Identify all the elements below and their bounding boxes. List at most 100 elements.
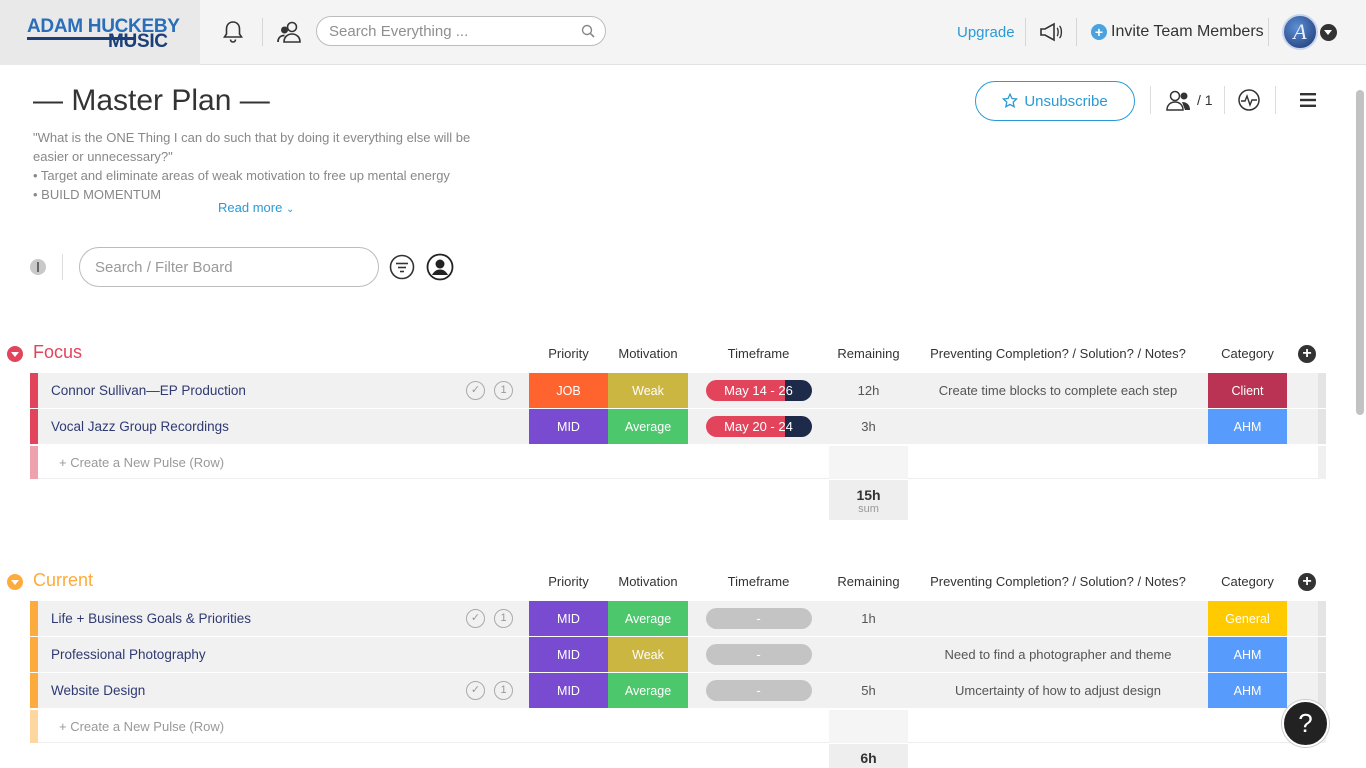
table-row[interactable]: Website Design ✓ 1 MID Average - 5h Umce… <box>30 673 1326 708</box>
remaining-sum: 15h sum <box>829 480 908 520</box>
updates-count[interactable]: 1 <box>494 609 513 628</box>
help-button[interactable]: ? <box>1282 700 1329 747</box>
create-new-pulse-input[interactable]: + Create a New Pulse (Row) <box>59 455 224 470</box>
checkmark-icon[interactable]: ✓ <box>466 381 485 400</box>
board-filter-input[interactable] <box>95 248 355 286</box>
notes-cell[interactable] <box>908 409 1208 444</box>
people-icon[interactable] <box>276 18 304 46</box>
priority-cell[interactable]: MID <box>529 673 608 708</box>
timeframe-cell[interactable]: May 14 - 26 <box>688 373 829 408</box>
column-header-motivation[interactable]: Motivation <box>608 346 688 361</box>
row-name[interactable]: Life + Business Goals & Priorities <box>51 611 251 626</box>
unsubscribe-button[interactable]: Unsubscribe <box>975 81 1135 121</box>
notes-cell[interactable]: Need to find a photographer and theme <box>908 637 1208 672</box>
timeframe-cell[interactable]: May 20 - 24 <box>688 409 829 444</box>
group-title[interactable]: Current <box>33 570 93 591</box>
remaining-cell[interactable]: 1h <box>829 601 908 636</box>
timeframe-pill: - <box>705 680 812 701</box>
remaining-cell[interactable]: 12h <box>829 373 908 408</box>
column-header-priority[interactable]: Priority <box>529 574 608 589</box>
search-icon[interactable] <box>581 24 595 38</box>
table-row[interactable]: Professional Photography MID Weak - Need… <box>30 637 1326 672</box>
group-title[interactable]: Focus <box>33 342 82 363</box>
timeframe-cell[interactable]: - <box>688 673 829 708</box>
table-row[interactable]: Connor Sullivan—EP Production ✓ 1 JOB We… <box>30 373 1326 408</box>
category-cell[interactable]: AHM <box>1208 409 1287 444</box>
read-more-link[interactable]: Read more ⌄ <box>218 200 294 215</box>
priority-cell[interactable]: JOB <box>529 373 608 408</box>
remaining-cell[interactable] <box>829 637 908 672</box>
row-name[interactable]: Vocal Jazz Group Recordings <box>51 419 229 434</box>
add-column-button[interactable]: + <box>1298 345 1316 363</box>
timeframe-cell[interactable]: - <box>688 637 829 672</box>
column-header-remaining[interactable]: Remaining <box>829 346 908 361</box>
remaining-cell[interactable]: 3h <box>829 409 908 444</box>
category-cell[interactable]: Client <box>1208 373 1287 408</box>
group-collapse-chevron-icon[interactable] <box>7 574 23 590</box>
invite-label: Invite Team Members <box>1111 23 1264 40</box>
priority-cell[interactable]: MID <box>529 409 608 444</box>
row-name[interactable]: Professional Photography <box>51 647 206 662</box>
create-row-remaining-bg <box>829 710 908 743</box>
logo[interactable]: ADAM HUCKEBY MUSIC <box>0 0 200 65</box>
category-cell[interactable]: AHM <box>1208 637 1287 672</box>
filter-icon[interactable] <box>388 253 416 281</box>
timeframe-pill: May 20 - 24 <box>705 416 812 437</box>
megaphone-icon[interactable] <box>1037 18 1065 46</box>
page-scrollbar[interactable] <box>1356 90 1364 415</box>
create-new-pulse-input[interactable]: + Create a New Pulse (Row) <box>59 719 224 734</box>
table-row[interactable]: Life + Business Goals & Priorities ✓ 1 M… <box>30 601 1326 636</box>
global-search-input[interactable] <box>329 17 569 45</box>
notifications-bell-icon[interactable] <box>219 18 247 46</box>
notes-cell[interactable] <box>908 601 1208 636</box>
row-name[interactable]: Website Design <box>51 683 145 698</box>
checkmark-icon[interactable]: ✓ <box>466 681 485 700</box>
category-cell[interactable]: General <box>1208 601 1287 636</box>
column-header-notes[interactable]: Preventing Completion? / Solution? / Not… <box>908 574 1208 589</box>
group-collapse-chevron-icon[interactable] <box>7 346 23 362</box>
motivation-cell[interactable]: Weak <box>608 373 688 408</box>
category-cell[interactable]: AHM <box>1208 673 1287 708</box>
motivation-cell[interactable]: Average <box>608 601 688 636</box>
row-end-cap <box>1318 673 1326 708</box>
column-header-timeframe[interactable]: Timeframe <box>688 574 829 589</box>
column-header-category[interactable]: Category <box>1208 574 1287 589</box>
checkmark-icon[interactable]: ✓ <box>466 609 485 628</box>
column-header-remaining[interactable]: Remaining <box>829 574 908 589</box>
priority-cell[interactable]: MID <box>529 637 608 672</box>
chevron-down-icon[interactable] <box>1320 24 1337 41</box>
create-row[interactable]: + Create a New Pulse (Row) <box>30 446 1326 479</box>
menu-icon[interactable] <box>1294 86 1322 114</box>
row-name[interactable]: Connor Sullivan—EP Production <box>51 383 246 398</box>
updates-count[interactable]: 1 <box>494 381 513 400</box>
notes-cell[interactable]: Create time blocks to complete each step <box>908 373 1208 408</box>
add-column-button[interactable]: + <box>1298 573 1316 591</box>
remaining-sum: 6h <box>829 744 908 768</box>
board-members-button[interactable]: / 1 <box>1165 89 1213 111</box>
updates-count[interactable]: 1 <box>494 681 513 700</box>
row-end-cap <box>1318 601 1326 636</box>
motivation-cell[interactable]: Weak <box>608 637 688 672</box>
column-header-notes[interactable]: Preventing Completion? / Solution? / Not… <box>908 346 1208 361</box>
priority-cell[interactable]: MID <box>529 601 608 636</box>
board-title[interactable]: — Master Plan — <box>33 84 270 118</box>
user-avatar[interactable]: A <box>1282 14 1318 50</box>
create-row[interactable]: + Create a New Pulse (Row) <box>30 710 1326 743</box>
upgrade-link[interactable]: Upgrade <box>957 24 1015 41</box>
notes-cell[interactable]: Umcertainty of how to adjust design <box>908 673 1208 708</box>
invite-team-members-button[interactable]: + Invite Team Members <box>1091 23 1264 41</box>
board-toggle-icon[interactable] <box>30 259 46 275</box>
remaining-cell[interactable]: 5h <box>829 673 908 708</box>
global-search[interactable] <box>316 16 606 46</box>
motivation-cell[interactable]: Average <box>608 409 688 444</box>
column-header-priority[interactable]: Priority <box>529 346 608 361</box>
board-filter[interactable] <box>79 247 379 287</box>
timeframe-cell[interactable]: - <box>688 601 829 636</box>
motivation-cell[interactable]: Average <box>608 673 688 708</box>
table-row[interactable]: Vocal Jazz Group Recordings MID Average … <box>30 409 1326 444</box>
activity-icon[interactable] <box>1235 86 1263 114</box>
person-filter-icon[interactable] <box>426 253 454 281</box>
column-header-motivation[interactable]: Motivation <box>608 574 688 589</box>
column-header-timeframe[interactable]: Timeframe <box>688 346 829 361</box>
column-header-category[interactable]: Category <box>1208 346 1287 361</box>
